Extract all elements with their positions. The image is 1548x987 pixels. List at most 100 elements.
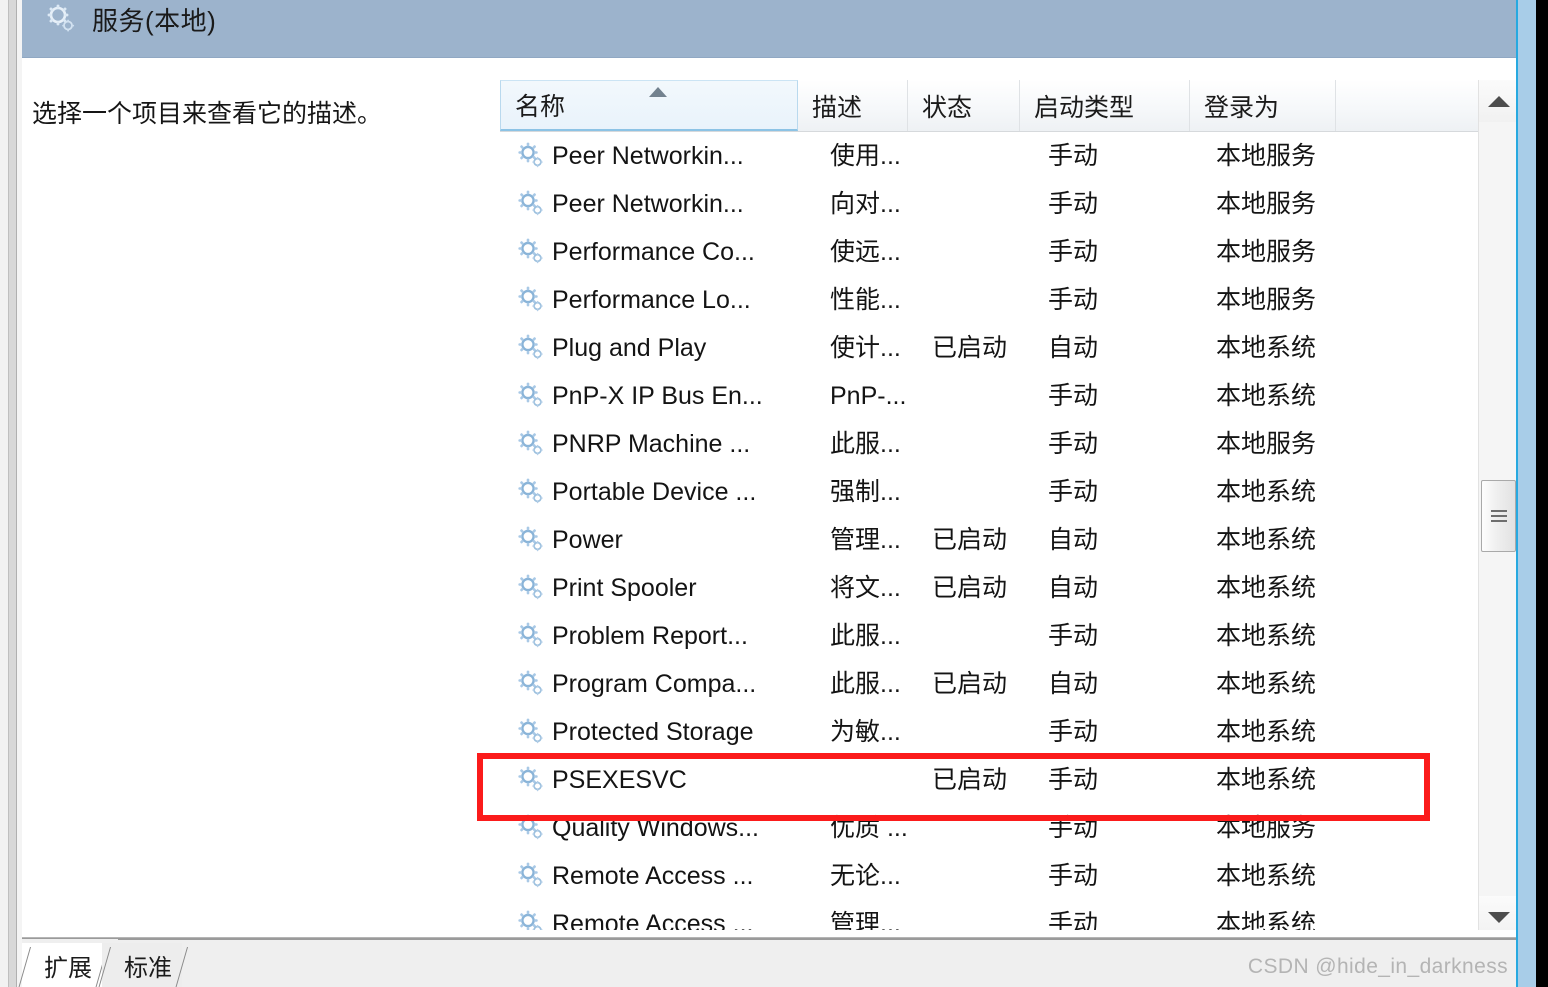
service-description-cell: 此服... [830,670,901,698]
services-mmc-window: 服务(本地) 选择一个项目来查看它的描述。 名称 描述 状态 启动类型 登录为 … [0,0,1548,987]
scrollbar-thumb[interactable] [1481,480,1516,552]
services-row-list: Peer Networkin... 使用... 手动 本地服务 Peer Network… [500,132,1518,938]
column-header-name[interactable]: 名称 [500,80,798,131]
service-status-cell: 已启动 [932,526,1008,554]
table-row[interactable]: Peer Networkin... 向对... 手动 本地服务 [500,180,1518,228]
service-startup-type-cell: 手动 [1048,286,1099,314]
service-gear-icon [516,813,546,843]
column-header-startup-type[interactable]: 启动类型 [1020,80,1190,131]
column-header-status[interactable]: 状态 [908,80,1020,131]
service-status-cell [932,420,1044,468]
table-row[interactable]: Remote Access ... 无论... 手动 本地系统 [500,852,1518,900]
service-status-cell: 已启动 [932,334,1008,362]
service-description-cell: 性能... [830,286,901,314]
service-status-cell: 已启动 [932,574,1008,602]
window-outer-edge [1518,0,1536,987]
service-startup-type-cell: 手动 [1048,814,1099,842]
service-log-on-as-cell: 本地服务 [1216,286,1317,314]
scroll-down-arrow-icon [1487,911,1510,923]
service-description-cell: 优质 ... [830,814,908,842]
table-row[interactable]: Power 管理... 已启动 自动 本地系统 [500,516,1518,564]
service-startup-type-cell: 自动 [1048,574,1099,602]
service-description-cell: 强制... [830,478,901,506]
window-frame-mid-left [8,0,17,987]
service-status-cell [932,804,1044,852]
column-header-description[interactable]: 描述 [798,80,908,131]
service-startup-type-cell: 手动 [1048,622,1099,650]
services-listview: 名称 描述 状态 启动类型 登录为 Peer Networkin... 使用...… [500,80,1518,938]
service-description-cell: 将文... [830,574,901,602]
services-gear-icon [44,2,78,36]
service-gear-icon [516,765,546,795]
service-description-cell: 管理... [830,526,901,554]
pane-corner-notch [474,58,534,68]
service-startup-type-cell: 自动 [1048,334,1099,362]
service-startup-type-cell: 手动 [1048,478,1099,506]
service-description-cell: 为敏... [830,718,901,746]
service-startup-type-cell: 手动 [1048,142,1099,170]
column-header-log-on-as[interactable]: 登录为 [1190,80,1336,131]
service-log-on-as-cell: 本地系统 [1216,382,1317,410]
column-header-name-label: 名称 [515,93,566,121]
service-log-on-as-cell: 本地服务 [1216,190,1317,218]
scroll-up-button[interactable] [1479,80,1518,122]
service-gear-icon [516,621,546,651]
table-row[interactable]: Protected Storage 为敏... 手动 本地系统 [500,708,1518,756]
view-tab-standard[interactable]: 标准 [102,943,182,987]
table-row[interactable]: Peer Networkin... 使用... 手动 本地服务 [500,132,1518,180]
service-startup-type-cell: 手动 [1048,190,1099,218]
table-row[interactable]: Performance Lo... 性能... 手动 本地服务 [500,276,1518,324]
window-frame-outer-left [0,0,8,987]
service-gear-icon [516,717,546,747]
listview-vertical-scrollbar[interactable] [1478,80,1518,938]
table-row[interactable]: Program Compa... 此服... 已启动 自动 本地系统 [500,660,1518,708]
column-header-log-on-as-label: 登录为 [1204,93,1280,122]
service-description-cell: 向对... [830,190,901,218]
service-name-cell: PnP-X IP Bus En... [552,382,763,410]
service-status-cell [932,276,1044,324]
service-log-on-as-cell: 本地服务 [1216,430,1317,458]
service-gear-icon [516,861,546,891]
service-gear-icon [516,141,546,171]
table-row[interactable]: Quality Windows... 优质 ... 手动 本地服务 [500,804,1518,852]
view-tabs: 扩展 标准 [22,939,182,987]
table-row[interactable]: Portable Device ... 强制... 手动 本地系统 [500,468,1518,516]
service-startup-type-cell: 手动 [1048,382,1099,410]
scroll-thumb-grip-icon [1490,510,1507,522]
service-description-pane: 选择一个项目来查看它的描述。 [22,58,534,938]
service-status-cell [932,228,1044,276]
table-row[interactable]: Problem Report... 此服... 手动 本地系统 [500,612,1518,660]
service-description-cell [830,756,930,804]
service-startup-type-cell: 手动 [1048,862,1099,890]
service-name-cell: Plug and Play [552,334,707,362]
service-name-cell: Quality Windows... [552,814,760,842]
service-gear-icon [516,477,546,507]
service-name-cell: Protected Storage [552,718,754,746]
service-description-cell: 此服... [830,622,901,650]
table-row[interactable]: Print Spooler 将文... 已启动 自动 本地系统 [500,564,1518,612]
view-tab-extended[interactable]: 扩展 [22,943,102,987]
service-gear-icon [516,285,546,315]
view-tab-label: 扩展 [44,954,92,982]
table-row[interactable]: PSEXESVC 已启动 手动 本地系统 [500,756,1518,804]
table-row[interactable]: Plug and Play 使计... 已启动 自动 本地系统 [500,324,1518,372]
service-name-cell: Problem Report... [552,622,748,650]
service-log-on-as-cell: 本地系统 [1216,334,1317,362]
content-area: 选择一个项目来查看它的描述。 名称 描述 状态 启动类型 登录为 Peer Ne… [22,58,1518,938]
service-name-cell: Portable Device ... [552,478,757,506]
service-log-on-as-cell: 本地服务 [1216,814,1317,842]
service-description-cell: 使远... [830,238,901,266]
service-startup-type-cell: 手动 [1048,430,1099,458]
table-row[interactable]: PNRP Machine ... 此服... 手动 本地服务 [500,420,1518,468]
window-shadow-edge [1536,0,1548,987]
service-log-on-as-cell: 本地系统 [1216,622,1317,650]
service-name-cell: Performance Lo... [552,286,751,314]
service-status-cell [932,708,1044,756]
tab-strip-top-divider [118,939,1518,940]
service-log-on-as-cell: 本地服务 [1216,238,1317,266]
table-row[interactable]: PnP-X IP Bus En... PnP-... 手动 本地系统 [500,372,1518,420]
service-startup-type-cell: 自动 [1048,526,1099,554]
table-row[interactable]: Performance Co... 使远... 手动 本地服务 [500,228,1518,276]
service-status-cell [932,132,1044,180]
listview-column-header: 名称 描述 状态 启动类型 登录为 [500,80,1518,132]
